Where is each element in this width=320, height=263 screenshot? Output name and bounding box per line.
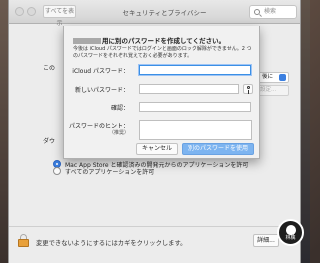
show-all-button[interactable]: すべてを表示: [43, 5, 76, 27]
redacted-username: [73, 38, 101, 44]
use-different-password-button[interactable]: 別のパスワードを使用: [182, 143, 254, 155]
key-icon: [247, 86, 250, 94]
watermark-text: 林檎: [285, 235, 296, 241]
lock-icon[interactable]: [18, 234, 29, 247]
sheet-title-text: 用に別のパスワードを作成してください。: [102, 37, 226, 45]
search-field[interactable]: 検索: [249, 5, 297, 19]
title-bar: すべてを表示 セキュリティとプライバシー 検索: [9, 0, 300, 27]
hint-sublabel: （推奨）: [108, 130, 129, 136]
desktop-wallpaper-right: [301, 0, 310, 263]
radio-all-apps-label: すべてのアプリケーションを許可: [65, 169, 155, 176]
sheet-title: 用に別のパスワードを作成してください。: [73, 35, 258, 45]
icloud-password-field[interactable]: [139, 65, 251, 75]
password-assistant-button[interactable]: [243, 84, 253, 94]
radio-all-apps[interactable]: [53, 167, 61, 175]
close-window-button[interactable]: [15, 7, 24, 16]
create-password-sheet: 用に別のパスワードを作成してください。 今後は iCloud パスワードではログ…: [63, 26, 260, 159]
minimize-window-button[interactable]: [27, 7, 36, 16]
new-password-label: 新しいパスワード：: [74, 87, 129, 94]
search-icon: [254, 9, 260, 15]
sheet-description: 今後は iCloud パスワードではログインと画面のロック解除ができません。2 …: [73, 46, 252, 59]
general-label-partial: この: [43, 65, 56, 72]
cancel-button[interactable]: キャンセル: [136, 143, 178, 155]
verify-field[interactable]: [139, 102, 251, 112]
icloud-password-label: iCloud パスワード：: [72, 68, 129, 75]
popup-value: 後に: [262, 74, 274, 80]
security-privacy-window: すべてを表示 セキュリティとプライバシー 検索 この 後に 設定... ダウ M…: [8, 0, 301, 263]
apple-icon: [286, 225, 296, 235]
lock-hint-text: 変更できないようにするにはカギをクリックします。: [36, 240, 187, 247]
desktop-wallpaper-left: [0, 0, 8, 263]
search-placeholder: 検索: [264, 8, 277, 15]
password-hint-field[interactable]: [139, 120, 252, 140]
watermark-logo: 林檎: [277, 219, 304, 246]
verify-label: 確認：: [110, 105, 129, 112]
settings-label: 設定...: [260, 87, 277, 93]
downloads-label-partial: ダウ: [43, 138, 56, 145]
new-password-field[interactable]: [139, 84, 239, 94]
window-title: セキュリティとプライバシー: [122, 9, 207, 17]
advanced-button[interactable]: 詳細...: [253, 234, 279, 247]
